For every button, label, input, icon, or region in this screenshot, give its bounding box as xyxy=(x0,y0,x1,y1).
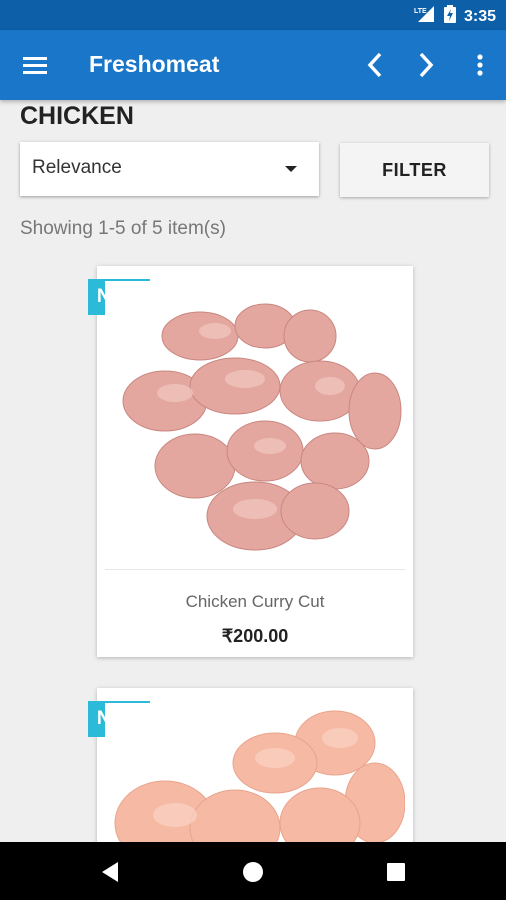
nav-back-icon[interactable] xyxy=(95,857,125,887)
chevron-left-icon[interactable] xyxy=(360,49,390,81)
dropdown-caret-icon xyxy=(285,166,297,172)
more-vert-icon[interactable] xyxy=(468,50,492,80)
chevron-right-icon[interactable] xyxy=(411,49,441,81)
filter-button[interactable]: FILTER xyxy=(340,143,489,197)
app-title: Freshomeat xyxy=(89,51,220,77)
status-time: 3:35 xyxy=(463,7,496,25)
nav-recents-icon[interactable] xyxy=(381,857,411,887)
status-icons: LTE 3:35 xyxy=(414,5,496,28)
battery-icon xyxy=(443,5,456,28)
product-card[interactable]: NEW xyxy=(88,266,413,657)
hamburger-menu-icon[interactable] xyxy=(18,51,52,79)
sort-select[interactable]: Relevance xyxy=(20,142,319,196)
app-bar: Freshomeat xyxy=(0,30,506,100)
product-image[interactable] xyxy=(105,281,405,571)
sort-selected-value: Relevance xyxy=(32,157,122,178)
product-price: ₹200.00 xyxy=(221,626,289,646)
status-bar: LTE 3:35 xyxy=(0,0,506,30)
image-divider xyxy=(105,569,405,570)
navigation-bar xyxy=(0,842,506,900)
product-card[interactable]: NEW xyxy=(88,688,413,867)
product-name[interactable]: Chicken Curry Cut xyxy=(97,592,413,612)
network-type-label: LTE xyxy=(414,8,427,15)
nav-home-icon[interactable] xyxy=(238,857,268,887)
signal-icon: LTE xyxy=(414,5,436,28)
result-count: Showing 1-5 of 5 item(s) xyxy=(20,218,226,239)
page-title: CHICKEN xyxy=(20,102,134,130)
